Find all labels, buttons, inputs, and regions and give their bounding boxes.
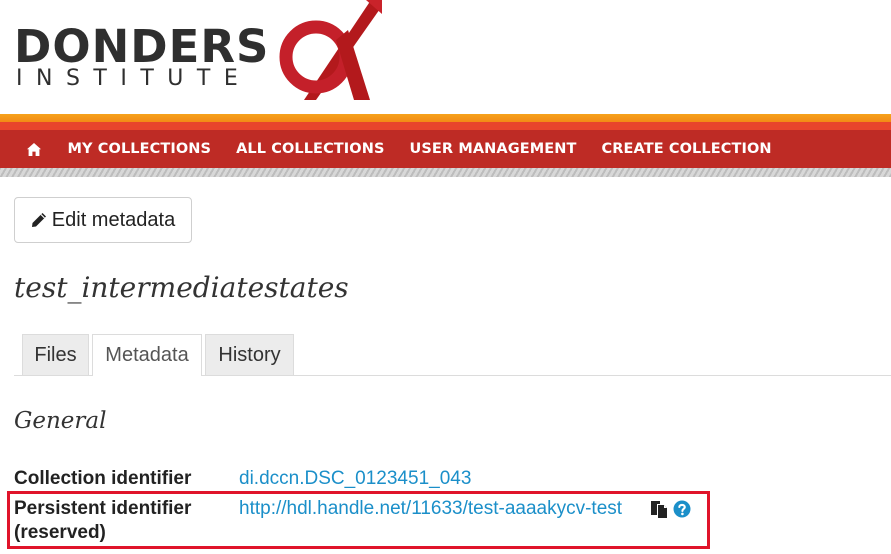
nav-user-management[interactable]: USER MANAGEMENT	[397, 130, 589, 168]
main-navbar: MY COLLECTIONS ALL COLLECTIONS USER MANA…	[0, 130, 891, 168]
collection-identifier-label: Collection identifier	[14, 468, 192, 489]
home-icon	[27, 142, 41, 156]
nav-all-collections[interactable]: ALL COLLECTIONS	[224, 130, 397, 168]
collection-identifier-value[interactable]: di.dccn.DSC_0123451_043	[239, 467, 471, 491]
site-header: DONDERS INSTITUTE	[0, 0, 891, 112]
edit-metadata-label: Edit metadata	[51, 208, 176, 231]
edit-metadata-button[interactable]: Edit metadata	[14, 197, 192, 243]
tab-bar: Files Metadata History	[14, 334, 891, 376]
nav-my-collections[interactable]: MY COLLECTIONS	[55, 130, 224, 168]
alpha-logo-icon	[279, 0, 382, 100]
highlight-annotation-box	[7, 491, 710, 549]
logo-subtitle: INSTITUTE	[16, 66, 252, 91]
nav-create-collection[interactable]: CREATE COLLECTION	[589, 130, 784, 168]
tab-history[interactable]: History	[205, 334, 294, 375]
tab-files[interactable]: Files	[22, 334, 89, 375]
logo-wordmark: DONDERS	[14, 20, 270, 73]
header-band-red	[0, 122, 891, 130]
page-title: test_intermediatestates	[14, 271, 349, 304]
tab-metadata[interactable]: Metadata	[92, 334, 202, 376]
section-heading-general: General	[14, 408, 107, 434]
nav-home[interactable]	[0, 142, 55, 156]
pencil-icon	[31, 213, 46, 227]
header-band-orange	[0, 114, 891, 122]
header-stripe	[0, 168, 891, 177]
